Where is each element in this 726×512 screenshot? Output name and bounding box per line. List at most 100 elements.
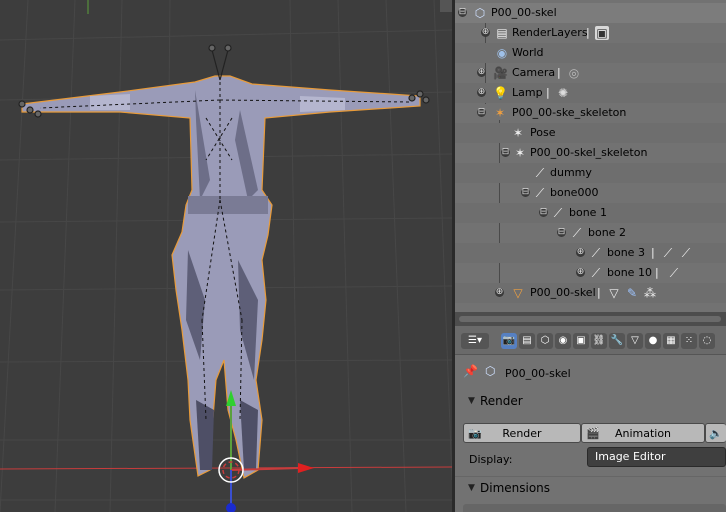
vertex-groups-icon[interactable]: ⁂ [643, 286, 657, 300]
editor-type-icon[interactable]: ☰▾ [461, 333, 489, 349]
outliner-row-armature-data[interactable]: ⊟ ✶ P00_00-skel_skeleton [455, 143, 726, 163]
modifier-icon[interactable]: ✎ [625, 286, 639, 300]
scene-tab-icon[interactable]: ⬡ [537, 333, 553, 349]
outliner-label: bone000 [550, 186, 599, 199]
lamp-data-icon[interactable]: ✺ [556, 86, 570, 100]
outliner-row-lamp[interactable]: ⊕ 💡 Lamp | ✺ [455, 83, 726, 103]
outliner-row-bone-2[interactable]: ⊟ ⟋ bone 2 [455, 223, 726, 243]
outliner-row-bone-3[interactable]: ⊕ ⟋ bone 3 | ⟋ ⟋ [455, 243, 726, 263]
manipulator-z-handle[interactable] [226, 503, 236, 512]
character-body[interactable] [21, 75, 421, 479]
viewport-corner-widget[interactable] [440, 0, 452, 12]
outliner-row-mesh-object[interactable]: ⊕ ▽ P00_00-skel | ▽ ✎ ⁂ [455, 283, 726, 303]
modifiers-tab-icon[interactable]: 🔧 [609, 333, 625, 349]
character-mesh[interactable] [21, 75, 421, 479]
display-label: Display: [469, 453, 513, 466]
outliner-label: Pose [530, 126, 556, 139]
expand-icon[interactable]: ⊕ [576, 248, 585, 257]
child-bone-icon[interactable]: ⟋ [661, 246, 675, 260]
bone-icon: ⟋ [535, 166, 545, 180]
mesh-data-icon[interactable]: ▽ [607, 286, 621, 300]
outliner-separator: | [655, 266, 659, 279]
collapse-icon[interactable]: ⊟ [458, 8, 467, 17]
collapse-icon[interactable]: ⊟ [521, 188, 530, 197]
outliner-label: bone 10 [607, 266, 652, 279]
constraints-tab-icon[interactable]: ⛓ [591, 333, 607, 349]
object-tab-icon[interactable]: ▣ [573, 333, 589, 349]
outliner-separator: | [546, 86, 550, 99]
outliner-row-world[interactable]: ◉ World [455, 43, 726, 63]
animation-button[interactable]: 🎬 Animation [581, 423, 705, 443]
world-tab-icon[interactable]: ◉ [555, 333, 571, 349]
expand-icon[interactable]: ⊕ [481, 28, 490, 37]
outliner-label: RenderLayers [512, 26, 588, 39]
properties-header: ☰▾ 📷 ▤ ⬡ ◉ ▣ ⛓ 🔧 ▽ ● ▦ ⁙ ◌ [455, 326, 726, 355]
audio-button[interactable]: 🔈 [705, 423, 726, 443]
outliner-row-armature-object[interactable]: ⊟ ✶ P00_00-ske_skeleton [455, 103, 726, 123]
expand-icon[interactable]: ⊕ [477, 68, 486, 77]
camera-data-icon[interactable]: ◎ [567, 66, 581, 80]
x-axis-line [0, 466, 452, 470]
animation-button-label: Animation [614, 427, 672, 440]
outliner-row-scene[interactable]: ⊟ ⬡ P00_00-skel [455, 3, 726, 23]
outliner-separator: | [597, 286, 601, 299]
dimensions-panel-header[interactable]: ▼ Dimensions [455, 476, 726, 501]
viewport-canvas[interactable] [0, 0, 452, 512]
collapse-icon[interactable]: ⊟ [557, 228, 566, 237]
scene-icon: ⬡ [485, 364, 496, 378]
outliner-separator: | [586, 26, 590, 39]
mesh-icon: ▽ [513, 286, 523, 300]
child-bone-icon[interactable]: ⟋ [679, 246, 693, 260]
speaker-icon: 🔈 [709, 427, 723, 440]
outliner-row-pose[interactable]: ✶ Pose [455, 123, 726, 143]
expand-icon[interactable]: ⊕ [495, 288, 504, 297]
collapse-arrow-icon[interactable]: ▼ [468, 483, 475, 493]
outliner-row-bone-1[interactable]: ⊟ ⟋ bone 1 [455, 203, 726, 223]
properties-editor[interactable]: ☰▾ 📷 ▤ ⬡ ◉ ▣ ⛓ 🔧 ▽ ● ▦ ⁙ ◌ 📌 ⬡ P00_00-sk… [455, 326, 726, 512]
material-tab-icon[interactable]: ● [645, 333, 661, 349]
outliner-label: bone 1 [569, 206, 607, 219]
child-bone-icon[interactable]: ⟋ [667, 266, 681, 280]
camera-icon: 🎥 [493, 66, 508, 80]
outliner-label: P00_00-ske_skeleton [512, 106, 627, 119]
collapse-arrow-icon[interactable]: ▼ [468, 396, 475, 406]
pose-icon: ✶ [512, 126, 524, 140]
collapse-icon[interactable]: ⊟ [477, 108, 486, 117]
pin-icon[interactable]: 📌 [463, 364, 478, 378]
render-layers-tab-icon[interactable]: ▤ [519, 333, 535, 349]
outliner-row-camera[interactable]: ⊕ 🎥 Camera | ◎ [455, 63, 726, 83]
outliner-panel[interactable]: ⊟ ⬡ P00_00-skel ⊕ ▤ RenderLayers | ▣ ◉ W… [455, 0, 726, 312]
outliner-row-bone000[interactable]: ⊟ ⟋ bone000 [455, 183, 726, 203]
context-breadcrumb: P00_00-skel [505, 367, 571, 380]
lamp-icon: 💡 [493, 86, 508, 100]
physics-tab-icon[interactable]: ◌ [699, 333, 715, 349]
scrollbar-thumb[interactable] [459, 316, 721, 322]
armature-icon: ✶ [494, 106, 506, 120]
outliner-label: Lamp [512, 86, 543, 99]
mesh-belt [188, 196, 268, 214]
3d-viewport[interactable] [0, 0, 452, 512]
display-select[interactable]: Image Editor [587, 447, 726, 467]
outliner-label: bone 3 [607, 246, 645, 259]
outliner-row-renderlayers[interactable]: ⊕ ▤ RenderLayers | ▣ [455, 23, 726, 43]
outliner-scrollbar[interactable] [455, 312, 726, 326]
outliner-label: bone 2 [588, 226, 626, 239]
data-tab-icon[interactable]: ▽ [627, 333, 643, 349]
render-button[interactable]: 📷 Render [463, 423, 581, 443]
collapse-icon[interactable]: ⊟ [539, 208, 548, 217]
expand-icon[interactable]: ⊕ [477, 88, 486, 97]
bone-icon: ⟋ [553, 206, 563, 220]
texture-tab-icon[interactable]: ▦ [663, 333, 679, 349]
mesh-highlight-right-arm [300, 96, 345, 112]
particles-tab-icon[interactable]: ⁙ [681, 333, 697, 349]
render-tab-icon[interactable]: 📷 [501, 333, 517, 349]
render-layer-icon[interactable]: ▣ [595, 26, 609, 40]
mesh-highlight-left-arm [90, 94, 130, 110]
outliner-row-dummy[interactable]: ⟋ dummy [455, 163, 726, 183]
collapse-icon[interactable]: ⊟ [501, 148, 510, 157]
expand-icon[interactable]: ⊕ [576, 268, 585, 277]
manipulator-x-arrow[interactable] [298, 463, 314, 473]
outliner-row-bone-10[interactable]: ⊕ ⟋ bone 10 | ⟋ [455, 263, 726, 283]
outliner-label: dummy [550, 166, 592, 179]
render-panel-header[interactable]: ▼ Render [455, 390, 726, 414]
